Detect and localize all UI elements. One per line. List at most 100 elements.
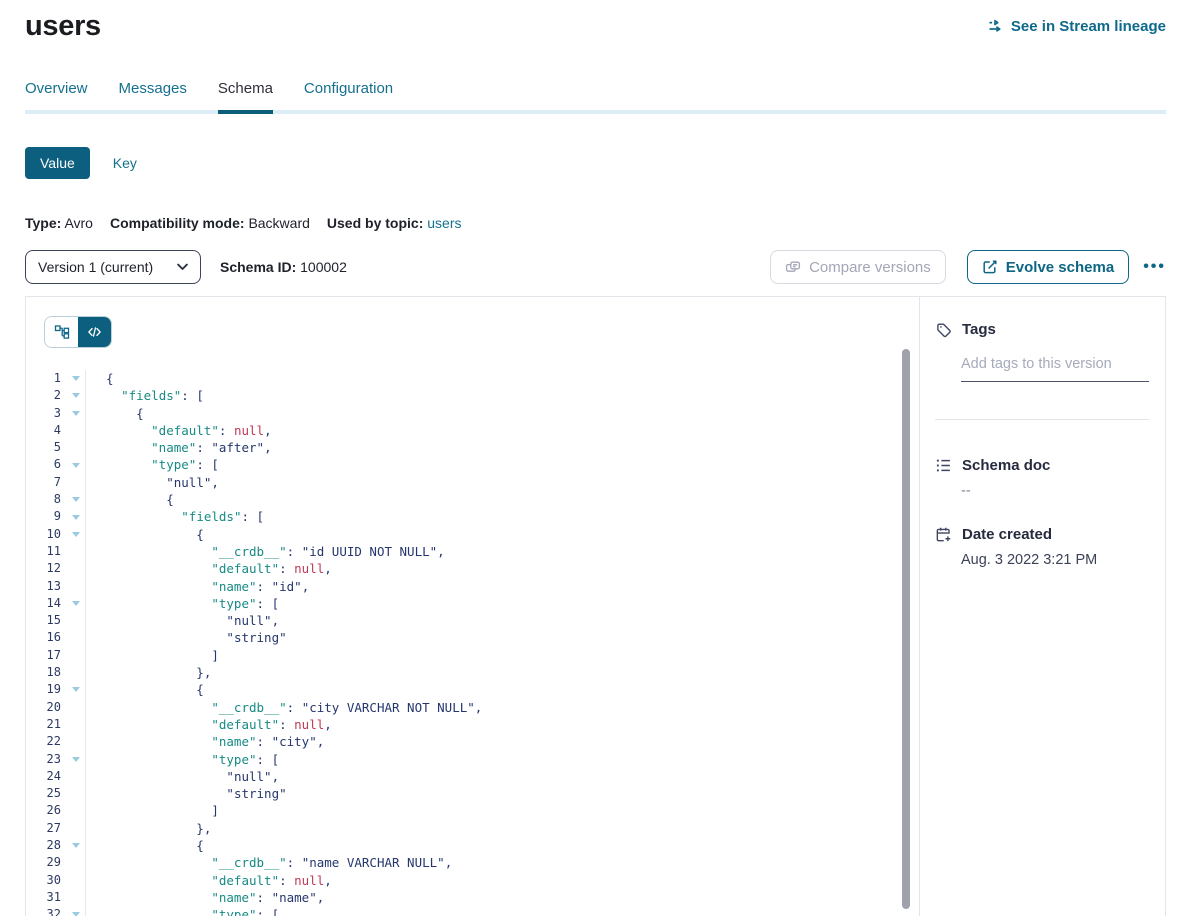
fold-cell [66,526,85,543]
fold-cell [66,768,85,785]
schema-id-label: Schema ID: [220,259,296,275]
code-line: 20 "__crdb__": "city VARCHAR NOT NULL", [26,699,919,716]
fold-cell [66,837,85,854]
code-line: 11 "__crdb__": "id UUID NOT NULL", [26,543,919,560]
meta-type-value: Avro [64,215,93,231]
fold-cell [66,716,85,733]
line-number: 13 [26,578,66,595]
topic-link[interactable]: users [427,215,461,231]
code-line: 17 ] [26,647,919,664]
code-text: ] [85,647,219,664]
code-text: { [85,405,144,422]
fold-toggle-icon[interactable] [72,601,80,606]
code-line: 3 { [26,405,919,422]
fold-toggle-icon[interactable] [72,532,80,537]
version-select[interactable]: Version 1 (current) [25,250,201,284]
code-text: "name": "name", [85,889,324,906]
list-icon [935,457,952,474]
page-title: users [25,10,101,43]
code-line: 27 }, [26,820,919,837]
code-line: 4 "default": null, [26,422,919,439]
line-number: 15 [26,612,66,629]
fold-toggle-icon[interactable] [72,393,80,398]
code-line: 21 "default": null, [26,716,919,733]
code-lines: 1{2 "fields": [3 {4 "default": null,5 "n… [26,370,919,916]
code-line: 25 "string" [26,785,919,802]
line-number: 17 [26,647,66,664]
fold-cell [66,889,85,906]
line-number: 30 [26,872,66,889]
key-toggle-link[interactable]: Key [113,155,137,171]
line-number: 6 [26,456,66,473]
fold-toggle-icon[interactable] [72,376,80,381]
code-text: { [85,526,204,543]
code-line: 22 "name": "city", [26,733,919,750]
line-number: 16 [26,629,66,646]
code-line: 19 { [26,681,919,698]
code-text: { [85,370,114,387]
code-text: "fields": [ [85,387,204,404]
stream-lineage-link[interactable]: See in Stream lineage [987,18,1166,35]
fold-cell [66,854,85,871]
tree-view-button[interactable] [45,317,78,347]
evolve-schema-button[interactable]: Evolve schema [967,250,1129,284]
code-view-icon [87,325,102,339]
fold-toggle-icon[interactable] [72,843,80,848]
code-line: 10 { [26,526,919,543]
schema-page: users See in Stream lineage Overview Mess… [0,0,1189,916]
date-created-heading-label: Date created [962,526,1052,543]
line-number: 32 [26,906,66,916]
compare-versions-button[interactable]: Compare versions [770,250,946,284]
code-line: 31 "name": "name", [26,889,919,906]
schema-code-editor[interactable]: 1{2 "fields": [3 {4 "default": null,5 "n… [26,297,919,916]
tab-schema[interactable]: Schema [218,80,273,110]
code-text: "default": null, [85,560,332,577]
tab-configuration[interactable]: Configuration [304,80,393,110]
fold-toggle-icon[interactable] [72,411,80,416]
fold-cell [66,543,85,560]
code-text: { [85,681,204,698]
line-number: 23 [26,751,66,768]
schema-doc-heading-label: Schema doc [962,457,1050,474]
tags-section-heading: Tags [935,321,1149,338]
code-text: "default": null, [85,422,272,439]
fold-toggle-icon[interactable] [72,497,80,502]
value-toggle-button[interactable]: Value [25,147,90,179]
code-text: "string" [85,629,287,646]
fold-cell [66,647,85,664]
evolve-schema-icon [982,259,998,275]
meta-compat-label: Compatibility mode: [110,215,245,231]
tab-overview[interactable]: Overview [25,80,88,110]
code-line: 5 "name": "after", [26,439,919,456]
fold-cell [66,560,85,577]
code-line: 13 "name": "id", [26,578,919,595]
fold-toggle-icon[interactable] [72,912,80,916]
code-line: 30 "default": null, [26,872,919,889]
fold-toggle-icon[interactable] [72,463,80,468]
line-number: 28 [26,837,66,854]
compare-versions-icon [785,260,801,275]
vertical-scrollbar-thumb[interactable] [902,349,910,909]
meta-type: Type: Avro [25,215,93,231]
schema-controls-row: Version 1 (current) Schema ID: 100002 Co… [25,250,1166,284]
fold-cell [66,422,85,439]
code-text: "type": [ [85,751,279,768]
schema-panel: 1{2 "fields": [3 {4 "default": null,5 "n… [25,296,1166,916]
schema-metadata-sidebar: Tags Schema doc -- [919,297,1165,916]
more-actions-button[interactable]: ••• [1143,258,1166,276]
fold-cell [66,820,85,837]
code-line: 12 "default": null, [26,560,919,577]
code-line: 14 "type": [ [26,595,919,612]
fold-cell [66,578,85,595]
tab-messages[interactable]: Messages [119,80,187,110]
code-line: 16 "string" [26,629,919,646]
code-view-button[interactable] [78,317,111,347]
code-line: 24 "null", [26,768,919,785]
code-text: { [85,837,204,854]
tabs: Overview Messages Schema Configuration [25,80,1166,110]
fold-toggle-icon[interactable] [72,687,80,692]
add-tags-input[interactable] [961,356,1149,382]
fold-toggle-icon[interactable] [72,757,80,762]
meta-used-by-topic: Used by topic: users [327,215,462,231]
fold-toggle-icon[interactable] [72,515,80,520]
